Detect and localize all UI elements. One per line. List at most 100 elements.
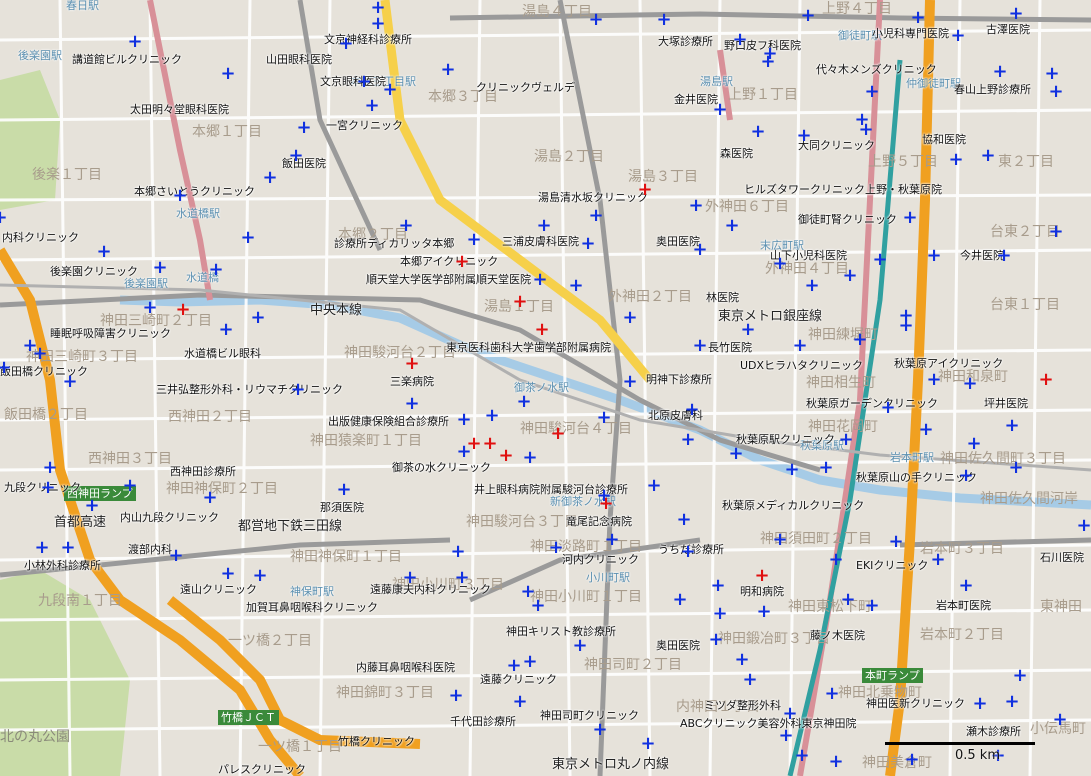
clinic-label[interactable]: 小林外科診療所 [24,560,101,571]
clinic-marker-icon[interactable]: + [530,597,545,615]
clinic-marker-icon[interactable]: + [484,407,499,425]
clinic-marker-icon[interactable]: + [800,7,815,25]
clinic-marker-icon[interactable]: + [996,247,1011,265]
clinic-label[interactable]: 林医院 [706,292,739,303]
clinic-marker-icon[interactable]: + [732,31,747,49]
hospital-marker-icon[interactable]: + [550,425,565,443]
clinic-marker-icon[interactable]: + [250,309,265,327]
clinic-marker-icon[interactable]: + [338,35,353,53]
clinic-marker-icon[interactable]: + [1052,711,1067,729]
clinic-label[interactable]: 石川医院 [1040,552,1084,563]
clinic-marker-icon[interactable]: + [580,235,595,253]
clinic-marker-icon[interactable]: + [794,747,809,765]
clinic-label[interactable]: 睡眠呼吸障害クリニック [50,328,171,339]
clinic-label[interactable]: EKIクリニック [856,560,928,571]
clinic-label[interactable]: ABCクリニック美容外科東京神田院 [680,718,857,729]
clinic-marker-icon[interactable]: + [1008,5,1023,23]
clinic-label[interactable]: 御徒町腎クリニック [798,214,897,225]
hospital-marker-icon[interactable]: + [754,567,769,585]
clinic-label[interactable]: 水道橋ビル眼科 [184,348,261,359]
clinic-label[interactable]: 代々木メンズクリニック [816,64,937,75]
clinic-label[interactable]: UDXヒラハタクリニック [740,360,863,371]
clinic-label[interactable]: 坪井医院 [984,398,1028,409]
clinic-marker-icon[interactable]: + [202,489,217,507]
clinic-marker-icon[interactable]: + [772,531,787,549]
clinic-marker-icon[interactable]: + [676,511,691,529]
clinic-marker-icon[interactable]: + [724,217,739,235]
clinic-marker-icon[interactable]: + [288,147,303,165]
clinic-label[interactable]: 文京神経科診療所 [324,34,412,45]
clinic-marker-icon[interactable]: + [0,209,8,227]
clinic-marker-icon[interactable]: + [548,539,563,557]
hospital-marker-icon[interactable]: + [454,253,469,271]
clinic-label[interactable]: 遠山クリニック [180,584,257,595]
clinic-marker-icon[interactable]: + [84,497,99,515]
clinic-marker-icon[interactable]: + [622,309,637,327]
hospital-marker-icon[interactable]: + [466,435,481,453]
clinic-marker-icon[interactable]: + [220,65,235,83]
clinic-label[interactable]: 千代田診療所 [450,716,516,727]
clinic-label[interactable]: 順天堂大学医学部附属順天堂医院 [366,274,531,285]
clinic-marker-icon[interactable]: + [980,147,995,165]
clinic-marker-icon[interactable]: + [778,727,793,745]
clinic-marker-icon[interactable]: + [1048,223,1063,241]
clinic-marker-icon[interactable]: + [622,373,637,391]
clinic-label[interactable]: 内科クリニック [2,232,79,243]
clinic-label[interactable]: 講道館ビルクリニック [72,54,182,65]
clinic-marker-icon[interactable]: + [918,421,933,439]
clinic-marker-icon[interactable]: + [62,373,77,391]
clinic-marker-icon[interactable]: + [456,411,471,429]
clinic-label[interactable]: 内藤耳鼻咽喉科医院 [356,662,455,673]
clinic-marker-icon[interactable]: + [804,277,819,295]
clinic-marker-icon[interactable]: + [1076,517,1091,535]
clinic-marker-icon[interactable]: + [568,277,583,295]
clinic-marker-icon[interactable]: + [712,605,727,623]
clinic-marker-icon[interactable]: + [904,751,919,769]
clinic-marker-icon[interactable]: + [680,431,695,449]
clinic-label[interactable]: 長竹医院 [708,342,752,353]
clinic-label[interactable]: 神田キリスト教診療所 [506,626,616,637]
clinic-label[interactable]: 奥田医院 [656,640,700,651]
clinic-marker-icon[interactable]: + [828,551,843,569]
clinic-marker-icon[interactable]: + [792,337,807,355]
clinic-marker-icon[interactable]: + [818,459,833,477]
clinic-label[interactable]: 後楽園クリニック [50,266,138,277]
clinic-marker-icon[interactable]: + [454,569,469,587]
clinic-marker-icon[interactable]: + [656,11,671,29]
clinic-label[interactable]: 渡部内科 [128,544,172,555]
clinic-marker-icon[interactable]: + [760,53,775,71]
clinic-marker-icon[interactable]: + [604,531,619,549]
clinic-marker-icon[interactable]: + [750,123,765,141]
clinic-marker-icon[interactable]: + [364,97,379,115]
clinic-marker-icon[interactable]: + [122,477,137,495]
clinic-label[interactable]: 秋葉原メディカルクリニック [722,500,864,511]
clinic-label[interactable]: 西神田診療所 [170,466,236,477]
clinic-label[interactable]: 森医院 [720,148,753,159]
clinic-marker-icon[interactable]: + [972,695,987,713]
clinic-marker-icon[interactable]: + [948,151,963,169]
clinic-marker-icon[interactable]: + [926,371,941,389]
hospital-marker-icon[interactable]: + [404,355,419,373]
clinic-marker-icon[interactable]: + [402,569,417,587]
hospital-marker-icon[interactable]: + [482,435,497,453]
clinic-marker-icon[interactable]: + [910,9,925,27]
clinic-label[interactable]: 竹橋クリニック [338,736,415,747]
clinic-marker-icon[interactable]: + [640,735,655,753]
clinic-marker-icon[interactable]: + [898,317,913,335]
clinic-marker-icon[interactable]: + [930,551,945,569]
clinic-marker-icon[interactable]: + [440,61,455,79]
clinic-marker-icon[interactable]: + [588,11,603,29]
clinic-label[interactable]: ヒルズタワークリニック上野・秋葉原院 [744,184,942,195]
clinic-marker-icon[interactable]: + [290,381,305,399]
clinic-marker-icon[interactable]: + [880,399,895,417]
clinic-marker-icon[interactable]: + [1048,83,1063,101]
clinic-marker-icon[interactable]: + [772,255,787,273]
clinic-label[interactable]: 春山上野診療所 [954,84,1031,95]
clinic-marker-icon[interactable]: + [888,533,903,551]
clinic-label[interactable]: 太田明々堂眼科医院 [130,104,229,115]
clinic-marker-icon[interactable]: + [506,657,521,675]
clinic-label[interactable]: 本郷さいとうクリニック [134,186,255,197]
clinic-marker-icon[interactable]: + [680,543,695,561]
clinic-label[interactable]: 三井弘整形外科・リウマチクリニック [156,384,343,395]
clinic-label[interactable]: 金井医院 [674,94,718,105]
